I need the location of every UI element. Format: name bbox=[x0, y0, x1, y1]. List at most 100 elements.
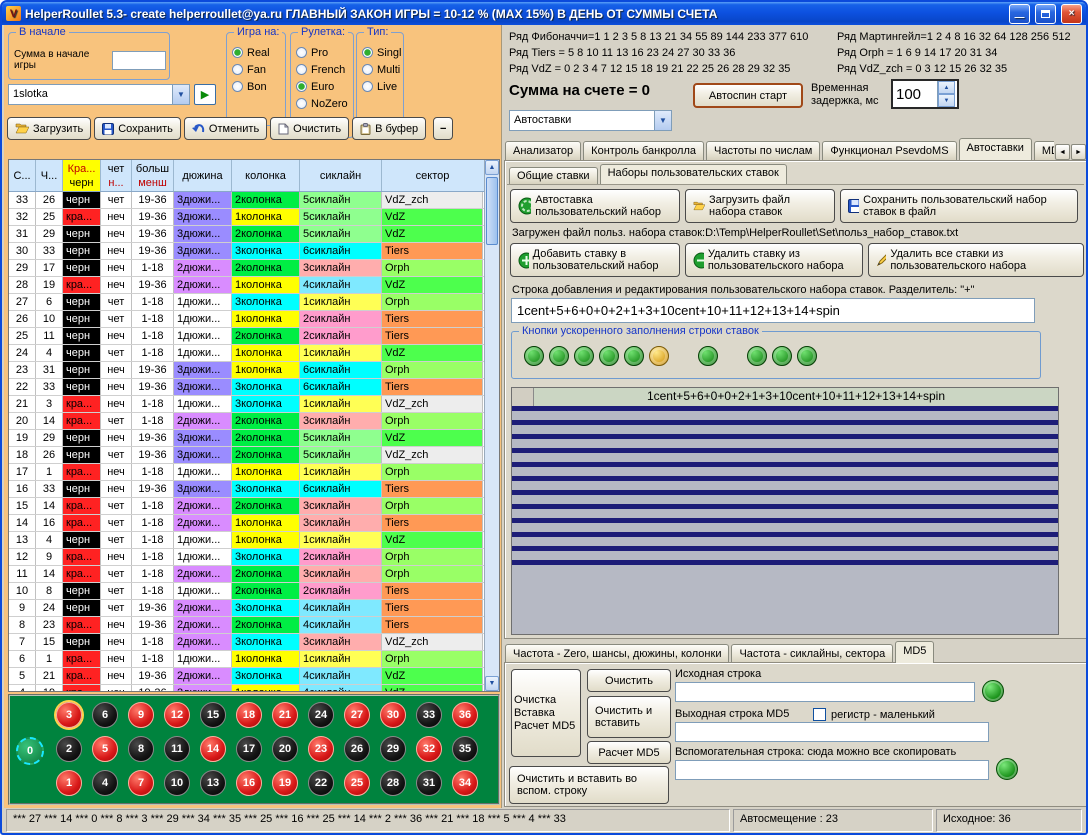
subtab-общие-ставки[interactable]: Общие ставки bbox=[509, 167, 598, 184]
lowercase-checkbox[interactable] bbox=[813, 708, 826, 721]
board-number-30[interactable]: 30 bbox=[380, 702, 406, 728]
table-row[interactable]: 2511черннеч1-181дюжи...2колонка2сиклайнT… bbox=[9, 328, 484, 345]
bet-list-row[interactable] bbox=[512, 420, 1058, 434]
add-bet-button[interactable]: Добавить ставку в пользовательский набор bbox=[510, 243, 680, 277]
table-row[interactable]: 1633черннеч19-363дюжи...3колонка6сиклайн… bbox=[9, 481, 484, 498]
col-header-sector[interactable]: сектор bbox=[382, 160, 483, 191]
aux-action-button[interactable] bbox=[996, 758, 1018, 780]
dropdown-button[interactable]: ▼ bbox=[654, 111, 671, 130]
tab-функционал-psevdoms[interactable]: Функционал PsevdoMS bbox=[822, 141, 956, 160]
autospin-start-button[interactable]: Автоспин старт bbox=[693, 83, 803, 108]
quick-chip-button-3[interactable] bbox=[574, 346, 594, 366]
table-row[interactable]: 3129черннеч19-363дюжи...2колонка5сиклайн… bbox=[9, 226, 484, 243]
clear-insert-aux-button[interactable]: Очистить и вставить во вспом. строку bbox=[509, 766, 669, 804]
board-number-17[interactable]: 17 bbox=[236, 736, 262, 762]
md5-macro-button[interactable]: Очистка Вставка Расчет MD5 bbox=[511, 669, 581, 757]
bet-list-row[interactable] bbox=[512, 406, 1058, 420]
undo-button[interactable]: Отменить bbox=[184, 117, 267, 140]
tab-автоставки[interactable]: Автоставки bbox=[959, 138, 1032, 160]
radio-option-french[interactable]: French bbox=[296, 61, 353, 78]
board-number-21[interactable]: 21 bbox=[272, 702, 298, 728]
tab-частота-zero-шансы-дюжины-колонки[interactable]: Частота - Zero, шансы, дюжины, колонки bbox=[505, 644, 729, 663]
radio-icon[interactable] bbox=[296, 47, 307, 58]
radio-option-live[interactable]: Live bbox=[362, 78, 403, 95]
tab-частоты-по-числам[interactable]: Частоты по числам bbox=[706, 141, 820, 160]
table-row[interactable]: 108чернчет1-181дюжи...2колонка2сиклайнTi… bbox=[9, 583, 484, 600]
md5-calc-button[interactable]: Расчет MD5 bbox=[587, 741, 671, 764]
bet-list-row[interactable] bbox=[512, 490, 1058, 504]
quick-chip-button-7[interactable] bbox=[698, 346, 718, 366]
load-bet-set-file-button[interactable]: Загрузить файл набора ставок bbox=[685, 189, 835, 223]
maximize-button[interactable] bbox=[1035, 4, 1056, 24]
board-number-33[interactable]: 33 bbox=[416, 702, 442, 728]
bet-string-input[interactable] bbox=[511, 298, 1035, 323]
radio-icon[interactable] bbox=[232, 64, 243, 75]
scroll-thumb[interactable] bbox=[486, 177, 498, 245]
tab-частота-сиклайны-сектора[interactable]: Частота - сиклайны, сектора bbox=[731, 644, 893, 663]
board-number-15[interactable]: 15 bbox=[200, 702, 226, 728]
table-row[interactable]: 134чернчет1-181дюжи...1колонка1сиклайнVd… bbox=[9, 532, 484, 549]
bet-list-row[interactable] bbox=[512, 532, 1058, 546]
board-number-27[interactable]: 27 bbox=[344, 702, 370, 728]
board-number-16[interactable]: 16 bbox=[236, 770, 262, 796]
bet-list-row[interactable] bbox=[512, 462, 1058, 476]
radio-option-multi[interactable]: Multi bbox=[362, 61, 403, 78]
aux-string-input[interactable] bbox=[675, 760, 989, 780]
spinner-down-button[interactable]: ▼ bbox=[938, 94, 955, 107]
tab-контроль-банкролла[interactable]: Контроль банкролла bbox=[583, 141, 704, 160]
col-header-range[interactable]: большменш bbox=[132, 160, 174, 191]
board-number-26[interactable]: 26 bbox=[344, 736, 370, 762]
bet-sets-list[interactable]: 1cent+5+6+0+0+2+1+3+10cent+10+11+12+13+1… bbox=[511, 387, 1059, 635]
save-button[interactable]: Сохранить bbox=[94, 117, 181, 140]
radio-icon[interactable] bbox=[232, 47, 243, 58]
dropdown-button[interactable]: ▼ bbox=[172, 85, 189, 104]
board-number-8[interactable]: 8 bbox=[128, 736, 154, 762]
col-header-spin[interactable]: С... bbox=[9, 160, 36, 191]
radio-icon[interactable] bbox=[296, 81, 307, 92]
board-number-13[interactable]: 13 bbox=[200, 770, 226, 796]
table-row[interactable]: 61кра...неч1-181дюжи...1колонка1сиклайнO… bbox=[9, 651, 484, 668]
save-bet-set-file-button[interactable]: Сохранить пользовательский набор ставок … bbox=[840, 189, 1078, 223]
close-button[interactable]: × bbox=[1061, 4, 1082, 24]
radio-icon[interactable] bbox=[362, 81, 373, 92]
table-row[interactable]: 2819кра...неч19-362дюжи...1колонка4сикла… bbox=[9, 277, 484, 294]
tab-md5[interactable]: MD5 bbox=[1034, 141, 1054, 160]
table-row[interactable]: 3225кра...неч19-363дюжи...1колонка5сикла… bbox=[9, 209, 484, 226]
start-sum-input[interactable] bbox=[112, 51, 166, 70]
source-action-button[interactable] bbox=[982, 680, 1004, 702]
board-number-3[interactable]: 3 bbox=[56, 702, 82, 728]
board-number-4[interactable]: 4 bbox=[92, 770, 118, 796]
board-number-18[interactable]: 18 bbox=[236, 702, 262, 728]
board-number-0[interactable]: 0 bbox=[16, 737, 44, 765]
board-number-36[interactable]: 36 bbox=[452, 702, 478, 728]
radio-option-real[interactable]: Real bbox=[232, 44, 285, 61]
board-number-35[interactable]: 35 bbox=[452, 736, 478, 762]
table-row[interactable]: 3033черннеч19-363дюжи...3колонка6сиклайн… bbox=[9, 243, 484, 260]
source-string-input[interactable] bbox=[675, 682, 975, 702]
table-row[interactable]: 1826чернчет19-363дюжи...2колонка5сиклайн… bbox=[9, 447, 484, 464]
board-number-7[interactable]: 7 bbox=[128, 770, 154, 796]
col-header-sixline[interactable]: сиклайн bbox=[300, 160, 382, 191]
table-row[interactable]: 2917черннеч1-182дюжи...2колонка3сиклайнO… bbox=[9, 260, 484, 277]
board-number-1[interactable]: 1 bbox=[56, 770, 82, 796]
board-number-22[interactable]: 22 bbox=[308, 770, 334, 796]
tab-анализатор[interactable]: Анализатор bbox=[505, 141, 581, 160]
clear-button[interactable]: Очистить bbox=[270, 117, 349, 140]
col-header-color[interactable]: Кра...черн bbox=[63, 160, 101, 191]
board-number-25[interactable]: 25 bbox=[344, 770, 370, 796]
board-number-24[interactable]: 24 bbox=[308, 702, 334, 728]
board-number-11[interactable]: 11 bbox=[164, 736, 190, 762]
table-row[interactable]: 419кра...неч19-362дюжи...1колонка4сиклай… bbox=[9, 685, 484, 691]
bet-list-row[interactable] bbox=[512, 434, 1058, 448]
table-row[interactable]: 1514кра...чет1-182дюжи...2колонка3сиклай… bbox=[9, 498, 484, 515]
board-number-19[interactable]: 19 bbox=[272, 770, 298, 796]
bet-list-row[interactable] bbox=[512, 448, 1058, 462]
tab-scroll-right-button[interactable]: ► bbox=[1071, 144, 1086, 160]
delete-all-bets-button[interactable]: Удалить все ставки из пользовательского … bbox=[868, 243, 1084, 277]
board-number-12[interactable]: 12 bbox=[164, 702, 190, 728]
slot-combo[interactable]: 1slotka ▼ bbox=[8, 84, 190, 105]
table-row[interactable]: 924чернчет19-362дюжи...3колонка4сиклайнT… bbox=[9, 600, 484, 617]
table-row[interactable]: 1416кра...чет1-182дюжи...1колонка3сиклай… bbox=[9, 515, 484, 532]
bet-list-row[interactable] bbox=[512, 476, 1058, 490]
table-row[interactable]: 2610чернчет1-181дюжи...1колонка2сиклайнT… bbox=[9, 311, 484, 328]
